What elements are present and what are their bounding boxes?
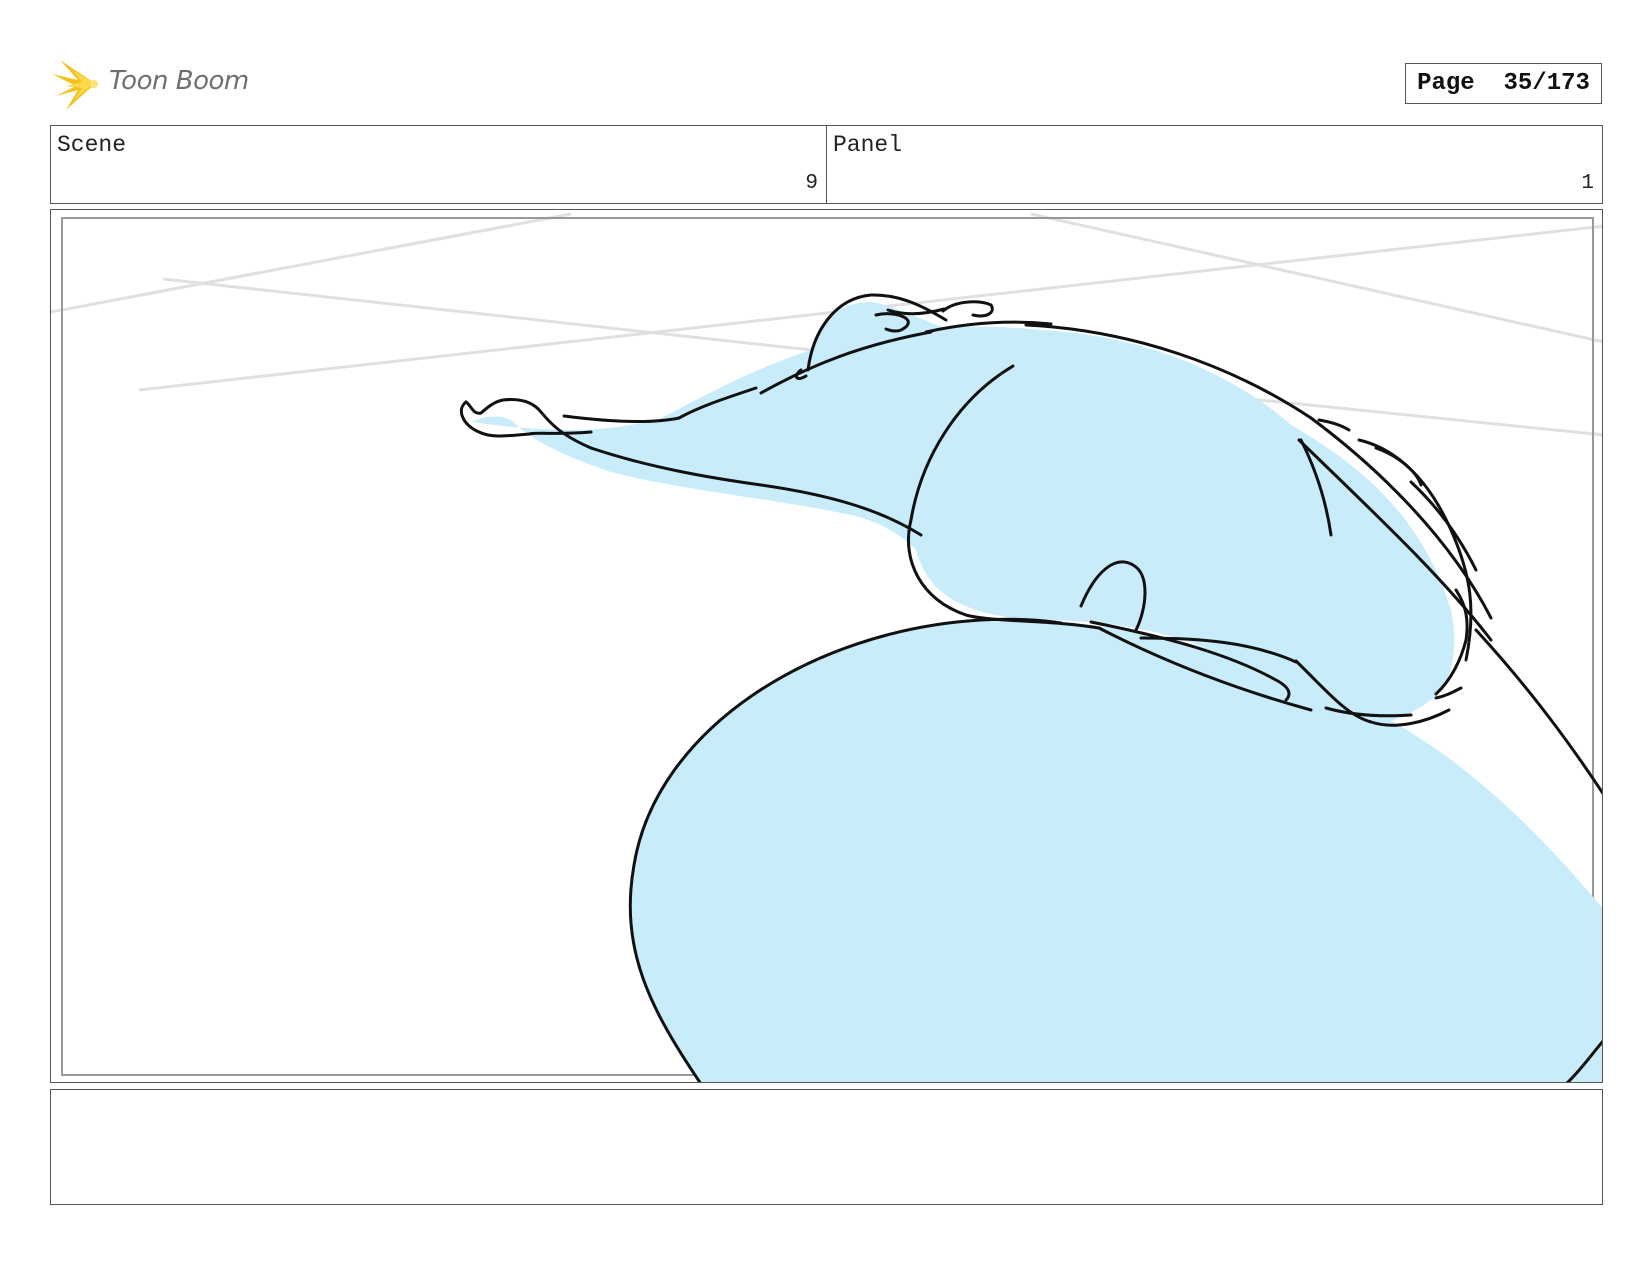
- scene-label: Scene: [57, 132, 127, 158]
- panel-drawing: [51, 212, 1602, 1082]
- page-label: Page: [1417, 70, 1475, 97]
- scene-value: 9: [805, 172, 818, 195]
- toon-boom-logo: Toon Boom: [52, 56, 312, 112]
- page-number: 35/173: [1503, 70, 1590, 97]
- starburst-icon: [52, 60, 98, 110]
- panel-value: 1: [1581, 172, 1594, 195]
- page-indicator: Page 35/173: [1405, 63, 1602, 104]
- notes-area: [50, 1089, 1603, 1205]
- storyboard-panel: [50, 209, 1603, 1083]
- scene-panel-info: Scene 9 Panel 1: [50, 125, 1603, 204]
- brand-name: Toon Boom: [109, 66, 249, 96]
- character-fill: [471, 302, 1602, 1082]
- panel-cell: Panel 1: [826, 126, 1602, 203]
- scene-cell: Scene 9: [51, 126, 826, 203]
- panel-label: Panel: [833, 132, 903, 158]
